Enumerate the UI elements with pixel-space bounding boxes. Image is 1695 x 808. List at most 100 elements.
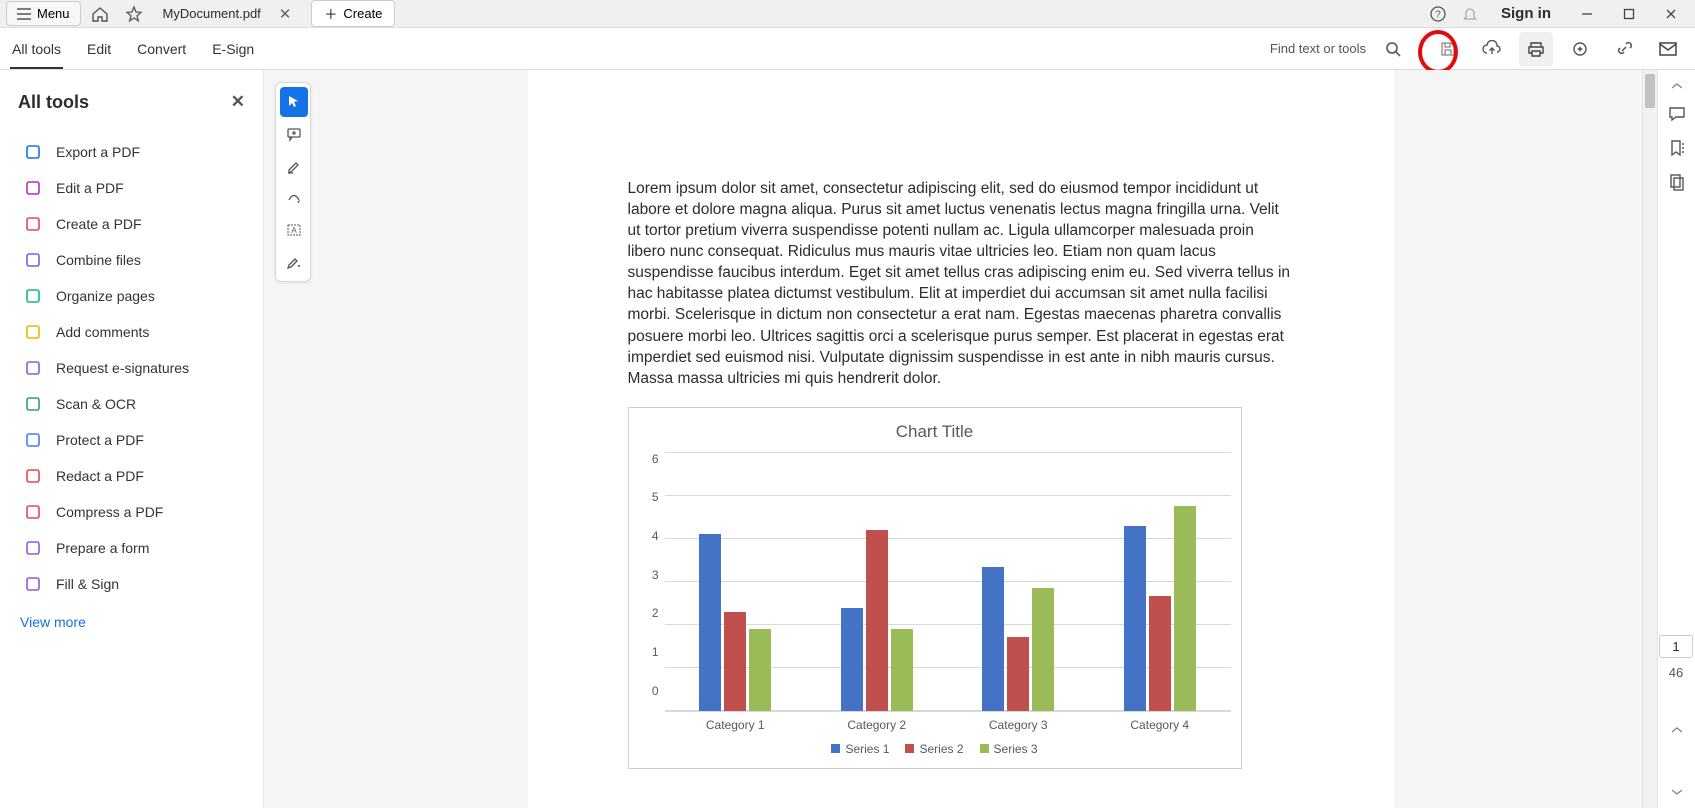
sidebar-close-button[interactable]: ✕ bbox=[227, 88, 249, 116]
print-icon[interactable] bbox=[1519, 32, 1553, 66]
legend-item: Series 3 bbox=[980, 742, 1038, 756]
ai-assistant-icon[interactable] bbox=[1563, 32, 1597, 66]
title-bar: Menu MyDocument.pdf ✕ ＋ Create ? Sign in bbox=[0, 0, 1695, 28]
bar bbox=[1124, 526, 1146, 711]
plot-area bbox=[665, 452, 1231, 712]
sidebar-item-label: Redact a PDF bbox=[56, 468, 144, 484]
select-tool[interactable] bbox=[280, 87, 308, 117]
bar bbox=[1032, 588, 1054, 711]
right-rail: 1 46 bbox=[1657, 70, 1695, 808]
tab-convert[interactable]: Convert bbox=[135, 28, 188, 69]
sidebar-item-label: Prepare a form bbox=[56, 540, 149, 556]
bar bbox=[724, 612, 746, 710]
comment-tool-icon[interactable] bbox=[280, 119, 308, 149]
document-viewport[interactable]: Lorem ipsum dolor sit amet, consectetur … bbox=[264, 70, 1657, 808]
highlight-tool-icon[interactable] bbox=[280, 151, 308, 181]
document-tab[interactable]: MyDocument.pdf bbox=[153, 0, 271, 28]
search-icon[interactable] bbox=[1376, 32, 1410, 66]
maximize-button[interactable] bbox=[1609, 0, 1649, 28]
titlebar-right: ? Sign in bbox=[1423, 0, 1695, 28]
x-label: Category 2 bbox=[847, 718, 906, 732]
document-paragraph: Lorem ipsum dolor sit amet, consectetur … bbox=[628, 178, 1294, 389]
sidebar-item-label: Combine files bbox=[56, 252, 141, 268]
page-up-button[interactable] bbox=[1660, 720, 1694, 740]
scroll-up-button[interactable] bbox=[1660, 76, 1694, 96]
scrollbar-thumb[interactable] bbox=[1645, 74, 1655, 108]
sidebar-item-create-a-pdf[interactable]: Create a PDF bbox=[18, 206, 249, 242]
tool-icon bbox=[24, 287, 42, 305]
sidebar-item-edit-a-pdf[interactable]: Edit a PDF bbox=[18, 170, 249, 206]
sidebar-item-add-comments[interactable]: Add comments bbox=[18, 314, 249, 350]
tab-close-button[interactable]: ✕ bbox=[275, 5, 296, 23]
current-page-input[interactable]: 1 bbox=[1659, 635, 1693, 658]
tab-esign[interactable]: E-Sign bbox=[210, 28, 256, 69]
bar bbox=[1149, 596, 1171, 711]
cloud-upload-icon[interactable] bbox=[1475, 32, 1509, 66]
legend-label: Series 2 bbox=[919, 742, 963, 756]
sidebar-item-label: Create a PDF bbox=[56, 216, 142, 232]
tool-icon bbox=[24, 395, 42, 413]
divider bbox=[1420, 38, 1421, 60]
bar bbox=[891, 629, 913, 711]
sidebar-item-protect-a-pdf[interactable]: Protect a PDF bbox=[18, 422, 249, 458]
tool-icon bbox=[24, 251, 42, 269]
titlebar-left: Menu MyDocument.pdf ✕ ＋ Create bbox=[0, 0, 395, 28]
vertical-scrollbar[interactable] bbox=[1642, 70, 1657, 808]
star-icon[interactable] bbox=[119, 0, 149, 28]
menu-label: Menu bbox=[37, 6, 70, 21]
page-down-button[interactable] bbox=[1660, 782, 1694, 802]
y-tick: 2 bbox=[652, 606, 659, 620]
tool-icon bbox=[24, 323, 42, 341]
close-button[interactable] bbox=[1651, 0, 1691, 28]
help-icon[interactable]: ? bbox=[1423, 0, 1453, 28]
tool-icon bbox=[24, 539, 42, 557]
sidebar-item-compress-a-pdf[interactable]: Compress a PDF bbox=[18, 494, 249, 530]
bar-group bbox=[1124, 506, 1196, 711]
sidebar-item-scan-ocr[interactable]: Scan & OCR bbox=[18, 386, 249, 422]
menu-button[interactable]: Menu bbox=[6, 1, 81, 26]
sidebar-item-organize-pages[interactable]: Organize pages bbox=[18, 278, 249, 314]
sidebar-item-export-a-pdf[interactable]: Export a PDF bbox=[18, 134, 249, 170]
thumbnails-panel-icon[interactable] bbox=[1660, 166, 1694, 198]
sidebar-header: All tools ✕ bbox=[18, 88, 249, 116]
mail-icon[interactable] bbox=[1651, 32, 1685, 66]
legend-swatch bbox=[831, 744, 840, 753]
svg-text:?: ? bbox=[1435, 9, 1441, 20]
sidebar-item-prepare-a-form[interactable]: Prepare a form bbox=[18, 530, 249, 566]
bar-group bbox=[699, 534, 771, 710]
tool-icon bbox=[24, 467, 42, 485]
sign-tool-icon[interactable] bbox=[280, 247, 308, 277]
sidebar-item-combine-files[interactable]: Combine files bbox=[18, 242, 249, 278]
sign-in-button[interactable]: Sign in bbox=[1487, 5, 1565, 22]
comments-panel-icon[interactable] bbox=[1660, 98, 1694, 130]
sidebar-item-request-e-signatures[interactable]: Request e-signatures bbox=[18, 350, 249, 386]
tool-icon bbox=[24, 179, 42, 197]
x-label: Category 4 bbox=[1130, 718, 1189, 732]
bell-icon[interactable] bbox=[1455, 0, 1485, 28]
sidebar-item-label: Scan & OCR bbox=[56, 396, 136, 412]
tab-edit[interactable]: Edit bbox=[85, 28, 113, 69]
minimize-button[interactable] bbox=[1567, 0, 1607, 28]
bookmarks-panel-icon[interactable] bbox=[1660, 132, 1694, 164]
view-more-link[interactable]: View more bbox=[18, 602, 249, 642]
create-button[interactable]: ＋ Create bbox=[311, 0, 395, 27]
sidebar-item-redact-a-pdf[interactable]: Redact a PDF bbox=[18, 458, 249, 494]
main-area: All tools ✕ Export a PDF Edit a PDF Create… bbox=[0, 70, 1695, 808]
sidebar-item-label: Protect a PDF bbox=[56, 432, 144, 448]
legend-item: Series 2 bbox=[905, 742, 963, 756]
link-icon[interactable] bbox=[1607, 32, 1641, 66]
home-icon[interactable] bbox=[85, 0, 115, 28]
draw-tool-icon[interactable] bbox=[280, 183, 308, 213]
sidebar-item-label: Add comments bbox=[56, 324, 149, 340]
hamburger-icon bbox=[17, 8, 31, 20]
save-icon[interactable] bbox=[1431, 32, 1465, 66]
sidebar-item-label: Export a PDF bbox=[56, 144, 140, 160]
tool-icon bbox=[24, 359, 42, 377]
bar bbox=[1174, 506, 1196, 711]
tab-all-tools[interactable]: All tools bbox=[10, 28, 63, 69]
all-tools-sidebar: All tools ✕ Export a PDF Edit a PDF Create… bbox=[0, 70, 264, 808]
sidebar-item-fill-sign[interactable]: Fill & Sign bbox=[18, 566, 249, 602]
tool-icon bbox=[24, 215, 42, 233]
sidebar-item-label: Fill & Sign bbox=[56, 576, 119, 592]
textbox-tool-icon[interactable]: A bbox=[280, 215, 308, 245]
